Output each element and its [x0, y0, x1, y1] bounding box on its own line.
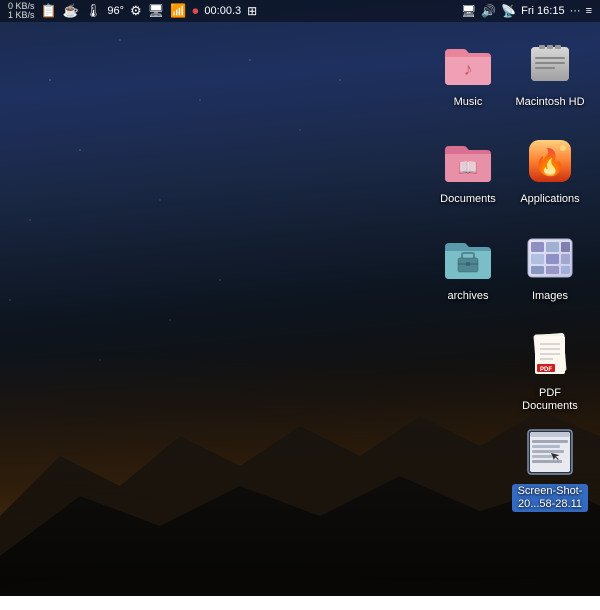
- coffee-icon[interactable]: ☕: [63, 3, 79, 19]
- more-dots[interactable]: ···: [570, 5, 581, 17]
- droplet-icon[interactable]: 🌡: [85, 3, 102, 19]
- archives-label: archives: [448, 290, 489, 303]
- volume-icon[interactable]: 🔊: [481, 4, 496, 18]
- grid-icon[interactable]: ⊞: [247, 4, 257, 18]
- svg-text:♪: ♪: [464, 59, 473, 79]
- svg-text:📖: 📖: [458, 160, 478, 177]
- applications-image: 🔥: [522, 133, 578, 189]
- icon-documents[interactable]: 📖 Documents: [428, 127, 508, 222]
- monitor-icon[interactable]: 🖥: [461, 4, 476, 18]
- net-speed-up: 0 KB/s1 KB/s: [8, 2, 35, 20]
- music-folder-image: ♪: [440, 36, 496, 92]
- icon-screenshot[interactable]: Screen-Shot-20...58-28.11: [510, 418, 590, 513]
- display-icon[interactable]: 🖥: [148, 3, 165, 19]
- temp-value: 96°: [107, 5, 124, 17]
- clock-display: Fri 16:15: [521, 5, 564, 17]
- applications-label: Applications: [520, 193, 579, 206]
- documents-label: Documents: [440, 193, 496, 206]
- images-image: [522, 230, 578, 286]
- timer-display: 00:00.3: [204, 5, 241, 17]
- icon-pdf-documents[interactable]: PDF PDF Documents: [510, 321, 590, 416]
- svg-text:PDF: PDF: [540, 367, 552, 373]
- wifi-icon[interactable]: 📶: [170, 3, 186, 19]
- screenshot-label: Screen-Shot-20...58-28.11: [512, 484, 588, 512]
- images-label: Images: [532, 290, 568, 303]
- archives-folder-image: [440, 230, 496, 286]
- icon-applications[interactable]: 🔥 Applications: [510, 127, 590, 222]
- macintosh-hd-label: Macintosh HD: [515, 96, 584, 109]
- menubar-left: 0 KB/s1 KB/s 📋 ☕ 🌡 96° ⚙ 🖥 📶 ⏺ 00:00.3 ⊞: [8, 2, 457, 20]
- record-icon[interactable]: ⏺: [192, 4, 198, 19]
- music-label: Music: [454, 96, 483, 109]
- icon-images[interactable]: Images: [510, 224, 590, 319]
- cpu-icon[interactable]: ⚙: [130, 3, 142, 19]
- hd-image: [522, 36, 578, 92]
- list-icon[interactable]: ≡: [586, 5, 592, 17]
- icon-macintosh-hd[interactable]: Macintosh HD: [510, 30, 590, 125]
- desktop-icon-grid: ♪ Music: [428, 30, 590, 610]
- icon-archives[interactable]: archives: [428, 224, 508, 319]
- clipboard-icon[interactable]: 📋: [41, 3, 57, 19]
- airdrop-icon[interactable]: 📡: [501, 4, 516, 18]
- menubar: 0 KB/s1 KB/s 📋 ☕ 🌡 96° ⚙ 🖥 📶 ⏺ 00:00.3 ⊞…: [0, 0, 600, 22]
- icon-music[interactable]: ♪ Music: [428, 30, 508, 125]
- svg-text:🔥: 🔥: [534, 147, 566, 177]
- pdf-documents-label: PDF Documents: [512, 387, 588, 413]
- documents-folder-image: 📖: [440, 133, 496, 189]
- menubar-right: 🖥 🔊 📡 Fri 16:15 ··· ≡: [461, 4, 592, 18]
- screenshot-image: [522, 424, 578, 480]
- pdf-image: PDF: [522, 327, 578, 383]
